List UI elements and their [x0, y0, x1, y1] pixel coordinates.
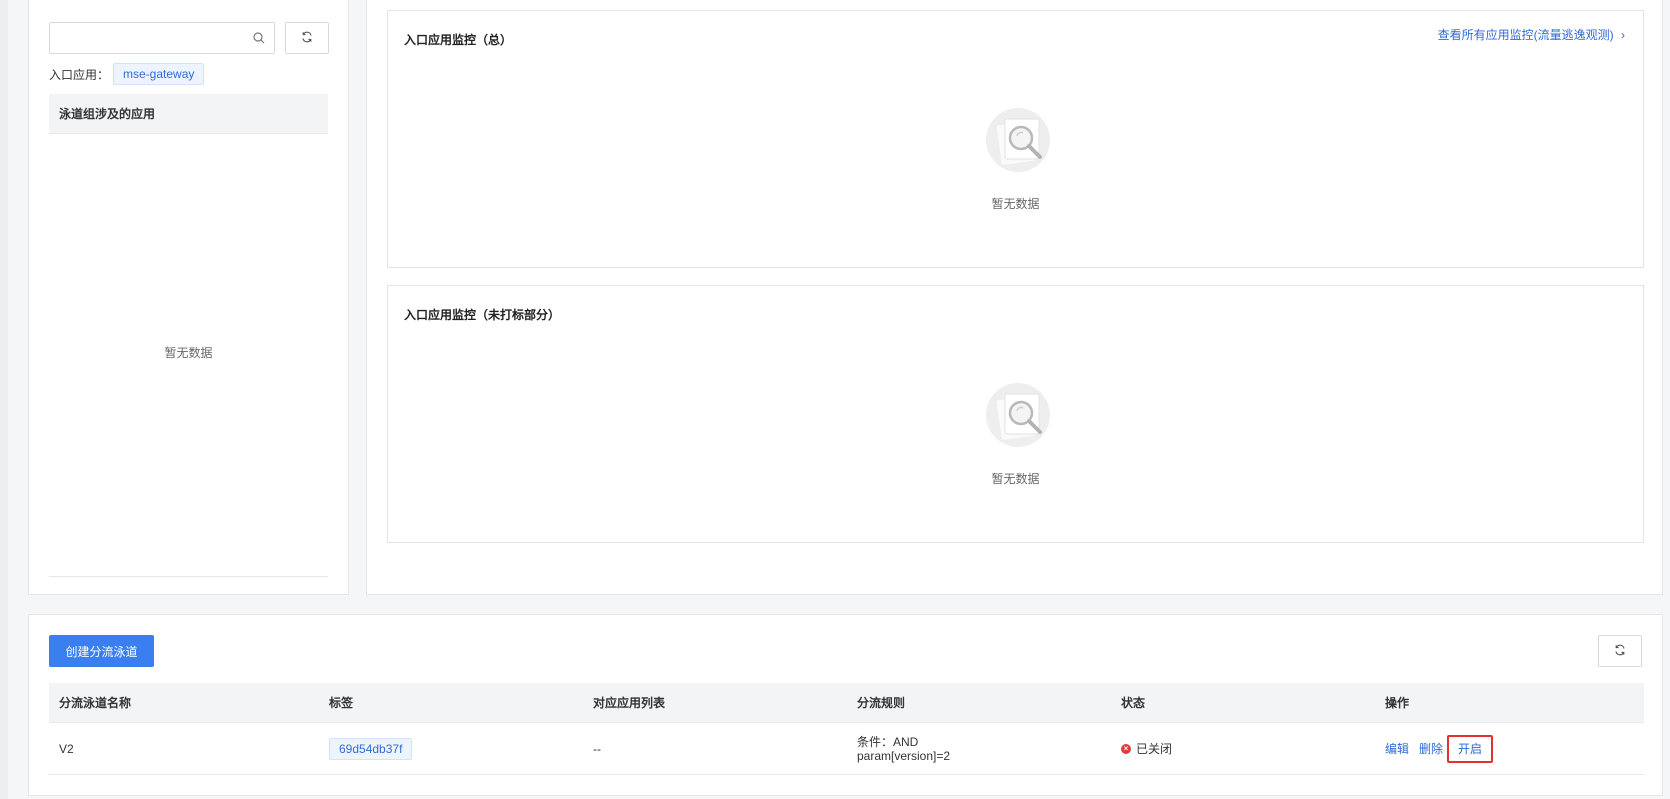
lanes-panel: 创建分流泳道 分流泳道名称 标签 对应应用列表 分流规则 状态 操作 V2 69…	[28, 614, 1663, 796]
lane-apps: --	[593, 741, 601, 756]
lane-status-text: 已关闭	[1136, 742, 1173, 756]
delete-lane-link[interactable]: 删除	[1419, 740, 1443, 757]
chevron-right-icon: ›	[1621, 28, 1625, 42]
column-header-tag: 标签	[329, 696, 354, 710]
app-search-box[interactable]	[49, 22, 275, 54]
column-header-actions: 操作	[1385, 696, 1410, 710]
entry-monitor-total-card: 入口应用监控（总） 查看所有应用监控(流量逃逸观测) › 暂无数据	[387, 10, 1644, 268]
column-header-name: 分流泳道名称	[59, 696, 132, 710]
card-title: 入口应用监控（未打标部分）	[404, 308, 561, 322]
lane-apps-empty-text: 暂无数据	[164, 346, 213, 360]
enable-lane-link[interactable]: 开启	[1447, 734, 1494, 763]
column-header-status: 状态	[1121, 696, 1146, 710]
lane-actions: 编辑 删除 开启	[1375, 723, 1644, 774]
view-all-monitors-link[interactable]: 查看所有应用监控(流量逃逸观测) ›	[1438, 26, 1625, 43]
monitor-panel: 入口应用监控（总） 查看所有应用监控(流量逃逸观测) › 暂无数据 入口应用监控…	[366, 0, 1663, 595]
app-search-input[interactable]	[50, 23, 240, 53]
refresh-icon	[1614, 644, 1626, 659]
entry-monitor-untagged-card: 入口应用监控（未打标部分） 暂无数据	[387, 285, 1644, 543]
empty-data-icon	[986, 108, 1050, 172]
empty-data-text: 暂无数据	[991, 197, 1040, 211]
lanes-table: 分流泳道名称 标签 对应应用列表 分流规则 状态 操作 V2 69d54db37…	[49, 683, 1644, 775]
lane-rule-condition: 条件：AND	[857, 734, 919, 749]
empty-data-icon	[986, 383, 1050, 447]
card-title: 入口应用监控（总）	[404, 33, 513, 47]
lane-rule-param: param[version]=2	[857, 748, 951, 763]
lane-tag: 69d54db37f	[329, 737, 413, 760]
lane-name: V2	[59, 741, 74, 756]
refresh-icon	[301, 31, 313, 46]
page-edge-strip	[0, 0, 8, 799]
entry-app-label: 入口应用：	[49, 68, 110, 82]
table-row: V2 69d54db37f -- 条件：AND param[version]=2…	[49, 723, 1644, 775]
search-icon[interactable]	[253, 32, 265, 47]
column-header-rule: 分流规则	[857, 696, 906, 710]
empty-data-text: 暂无数据	[991, 472, 1040, 486]
lane-status: × 已关闭	[1111, 723, 1375, 774]
lane-apps-header: 泳道组涉及的应用	[49, 94, 328, 134]
create-lane-button[interactable]: 创建分流泳道	[49, 635, 154, 667]
refresh-lanes-button[interactable]	[1598, 635, 1642, 667]
divider	[49, 576, 328, 577]
close-circle-icon: ×	[1121, 743, 1131, 754]
edit-lane-link[interactable]: 编辑	[1385, 740, 1409, 757]
lane-rule: 条件：AND param[version]=2	[857, 735, 950, 763]
table-header: 分流泳道名称 标签 对应应用列表 分流规则 状态 操作	[49, 683, 1644, 723]
entry-app-tag: mse-gateway	[113, 63, 205, 85]
column-header-apps: 对应应用列表	[593, 696, 666, 710]
lane-apps-panel: 入口应用： mse-gateway 泳道组涉及的应用 暂无数据	[28, 0, 349, 595]
refresh-apps-button[interactable]	[285, 22, 329, 54]
